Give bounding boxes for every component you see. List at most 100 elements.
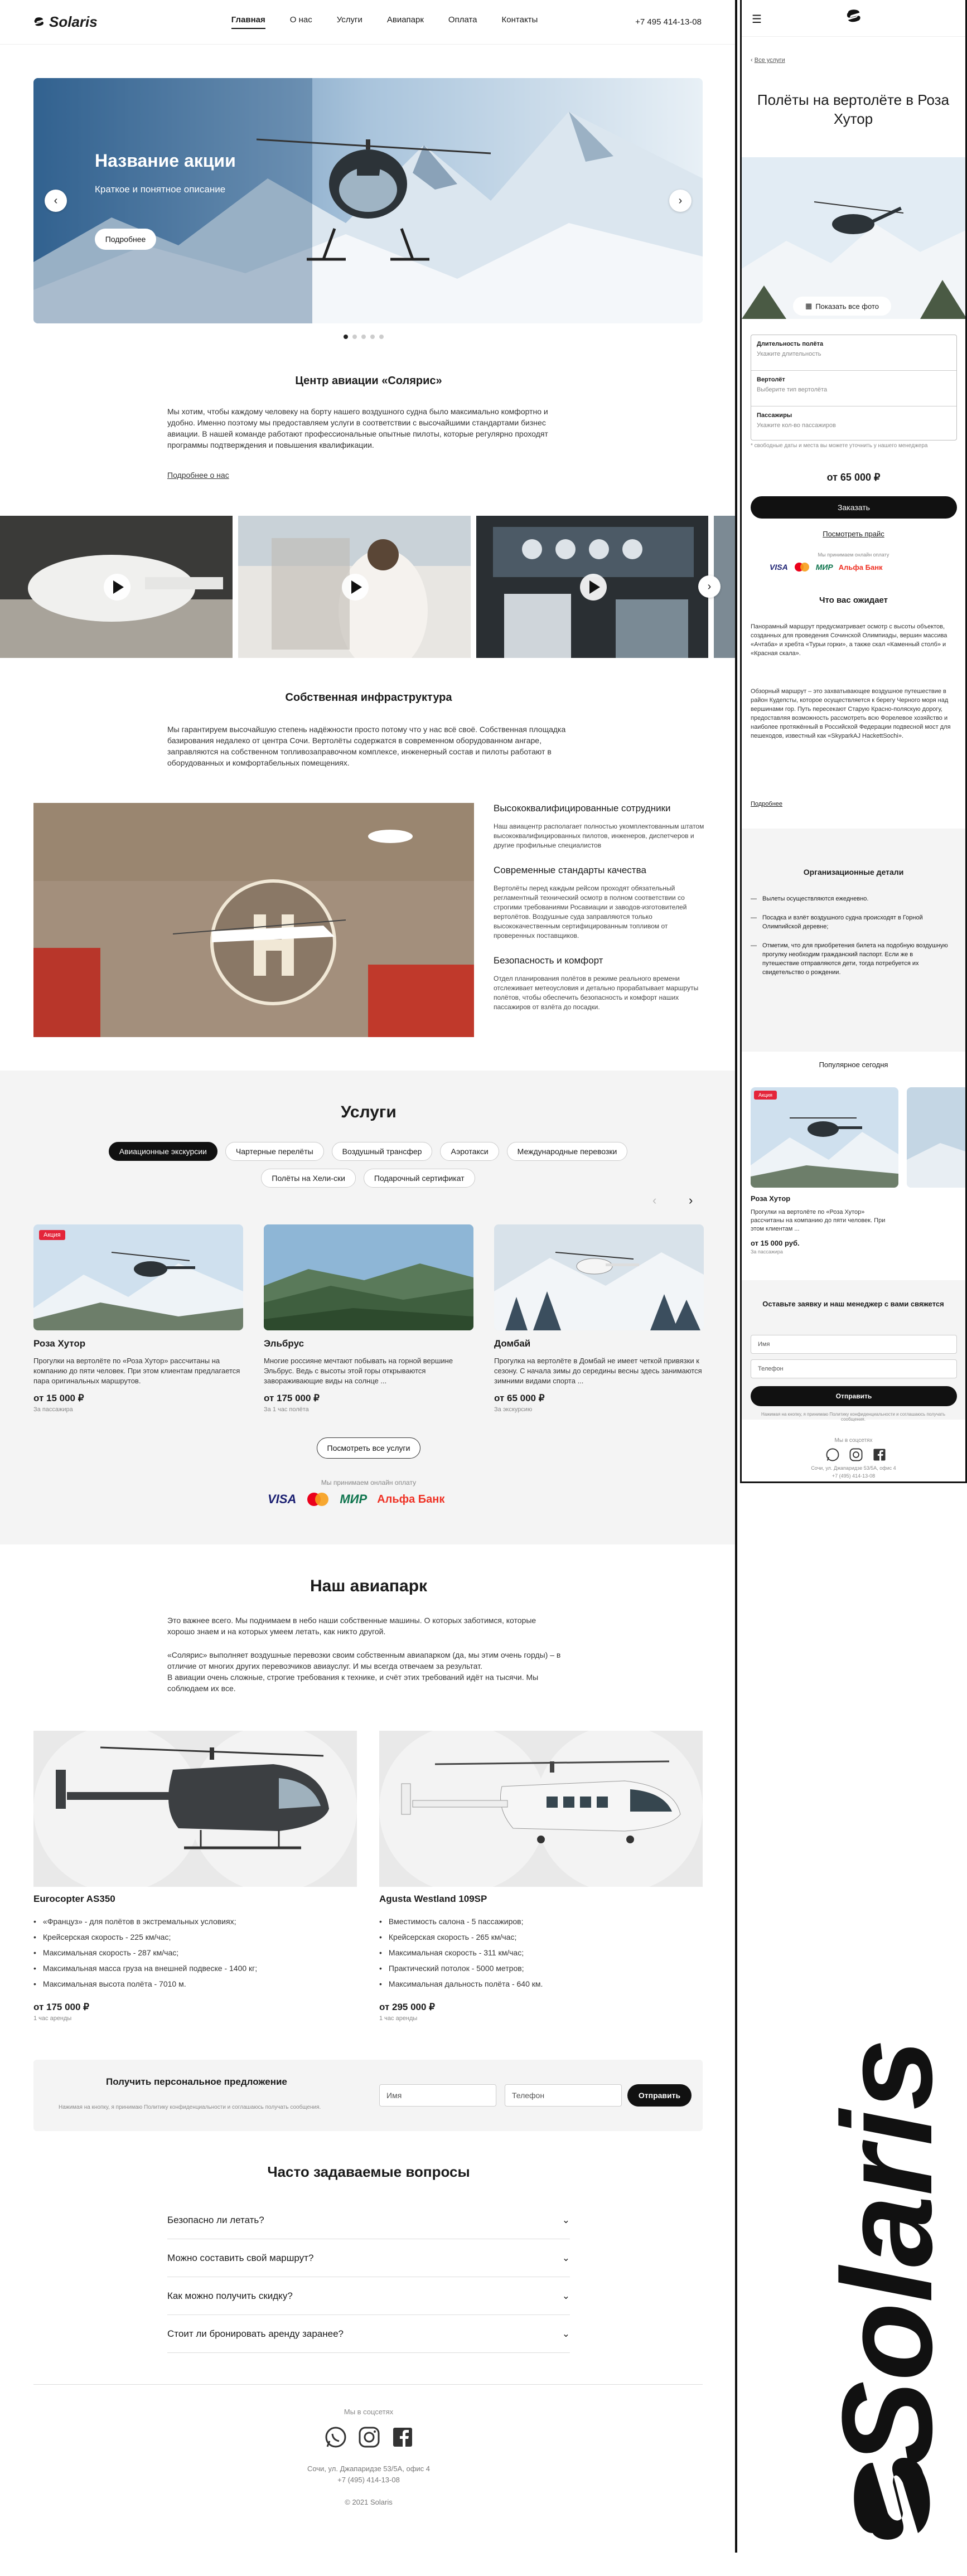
- offer-submit-button[interactable]: Отправить: [627, 2084, 692, 2107]
- dot[interactable]: [361, 335, 366, 339]
- service-card-price: от 65 000 ₽: [494, 1393, 545, 1403]
- passengers-field[interactable]: Пассажиры Укажите кол-во пассажиров: [751, 406, 956, 440]
- footer-phone[interactable]: +7 (495) 414-13-08: [0, 2476, 735, 2484]
- popular-card-image: Акция: [751, 1087, 898, 1188]
- mastercard-logo-icon: [307, 1493, 329, 1506]
- fleet-text-2: «Солярис» выполняет воздушные перевозки …: [167, 1650, 561, 1670]
- tab-gift[interactable]: Подарочный сертификат: [363, 1169, 475, 1188]
- back-link[interactable]: ‹ Все услуги: [751, 57, 785, 64]
- service-card-note: За экскурсию: [494, 1406, 533, 1413]
- services-prev-icon[interactable]: ‹: [652, 1193, 656, 1208]
- social-icons: [324, 2425, 414, 2449]
- nav-payment[interactable]: Оплата: [448, 15, 477, 29]
- popular-card[interactable]: Акция Роза Хутор Прогулки на вертолёте п…: [751, 1087, 898, 1255]
- chevron-down-icon: ⌄: [562, 2252, 570, 2263]
- faq-item[interactable]: Как можно получить скидку? ⌄: [167, 2277, 570, 2315]
- popular-card-price: от 15 000 руб.: [751, 1239, 800, 1247]
- tab-airtaxi[interactable]: Аэротакси: [440, 1142, 499, 1161]
- all-services-button[interactable]: Посмотреть все услуги: [317, 1437, 420, 1459]
- faq-item[interactable]: Безопасно ли летать? ⌄: [167, 2201, 570, 2239]
- expect-more-link[interactable]: Подробнее: [751, 801, 782, 807]
- hero-title: Название акции: [95, 151, 236, 171]
- nav-fleet[interactable]: Авиапарк: [387, 15, 424, 29]
- fleet-name: Eurocopter AS350: [33, 1894, 115, 1904]
- payment-logos: VISA МИР Альфа Банк: [268, 1492, 444, 1507]
- services-next-icon[interactable]: ›: [689, 1193, 693, 1208]
- dot[interactable]: [370, 335, 375, 339]
- tab-charter[interactable]: Чартерные перелёты: [225, 1142, 324, 1161]
- dot[interactable]: [379, 335, 384, 339]
- duration-field[interactable]: Длительность полёта Укажите длительность: [751, 335, 956, 371]
- faq-item[interactable]: Можно составить свой маршрут? ⌄: [167, 2239, 570, 2277]
- service-card-price: от 175 000 ₽: [264, 1393, 320, 1403]
- menu-icon[interactable]: ☰: [752, 12, 762, 26]
- offer-title: Получить персональное предложение: [106, 2076, 287, 2087]
- show-photos-button[interactable]: ▦ Показать все фото: [793, 297, 891, 316]
- mobile-phone-input[interactable]: Телефон: [751, 1359, 957, 1378]
- brand-name: Solaris: [49, 13, 98, 30]
- infra-photo: [33, 803, 474, 1037]
- facebook-icon[interactable]: [391, 2425, 414, 2449]
- video-thumb-1[interactable]: [0, 516, 233, 658]
- nav-home[interactable]: Главная: [231, 15, 265, 29]
- service-card[interactable]: Эльбрус Многие россияне мечтают побывать…: [264, 1224, 473, 1413]
- order-button[interactable]: Заказать: [751, 496, 957, 519]
- hero-image: [33, 78, 703, 323]
- feature-text-safety: Отдел планирования полётов в режиме реал…: [494, 975, 699, 1011]
- tab-heliski[interactable]: Полёты на Хели-ски: [261, 1169, 356, 1188]
- hero-dots: [344, 335, 384, 339]
- offer-phone-input[interactable]: Телефон: [505, 2084, 622, 2107]
- dot[interactable]: [352, 335, 357, 339]
- faq-item[interactable]: Стоит ли бронировать аренду заранее? ⌄: [167, 2315, 570, 2353]
- org-item: — Вылеты осуществляются ежедневно.: [751, 895, 869, 902]
- helicopter-field[interactable]: Вертолёт Выберите тип вертолёта: [751, 371, 956, 406]
- logo[interactable]: Solaris: [33, 13, 98, 31]
- header-phone[interactable]: +7 495 414-13-08: [635, 17, 702, 27]
- tab-international[interactable]: Международные перевозки: [506, 1142, 628, 1161]
- feature-text-staff: Наш авиацентр располагает полностью уком…: [494, 822, 704, 849]
- facebook-icon[interactable]: [872, 1447, 887, 1462]
- offer-name-input[interactable]: Имя: [379, 2084, 496, 2107]
- visa-logo: VISA: [268, 1492, 297, 1506]
- gallery-next-arrow-icon[interactable]: ›: [698, 575, 721, 598]
- nav-about[interactable]: О нас: [290, 15, 312, 29]
- price-list-link[interactable]: Посмотреть прайс: [742, 530, 965, 538]
- mobile-name-input[interactable]: Имя: [751, 1335, 957, 1354]
- mobile-hero-image: [742, 157, 965, 319]
- grid-icon: ▦: [805, 302, 813, 310]
- mobile-footer-phone[interactable]: +7 (495) 414-13-08: [742, 1473, 965, 1479]
- nav-services[interactable]: Услуги: [337, 15, 362, 29]
- faq-list: Безопасно ли летать? ⌄ Можно составить св…: [167, 2201, 570, 2353]
- mobile-page: ☰ ‹ Все услуги Полёты на вертолёте в Роз…: [740, 0, 967, 1483]
- whatsapp-icon[interactable]: [825, 1447, 840, 1462]
- about-more-link[interactable]: Подробнее о нас: [167, 469, 229, 481]
- main-nav: Главная О нас Услуги Авиапарк Оплата Кон…: [231, 15, 538, 29]
- spec-item: Максимальная дальность полёта - 640 км.: [379, 1976, 692, 1992]
- popular-card-next[interactable]: [907, 1087, 965, 1188]
- hero-more-button[interactable]: Подробнее: [95, 229, 156, 250]
- solaris-wordmark-logo: Solaris: [815, 2038, 959, 2540]
- dot-active[interactable]: [344, 335, 348, 339]
- video-thumb-3[interactable]: [476, 516, 709, 658]
- nav-contacts[interactable]: Контакты: [502, 15, 538, 29]
- hero-next-arrow-icon[interactable]: ›: [669, 190, 692, 212]
- hero-prev-arrow-icon[interactable]: ‹: [45, 190, 67, 212]
- spec-item: Максимальная скорость - 311 км/час;: [379, 1945, 692, 1960]
- tab-excursions[interactable]: Авиационные экскурсии: [108, 1142, 217, 1161]
- instagram-icon[interactable]: [849, 1447, 863, 1462]
- mobile-submit-button[interactable]: Отправить: [751, 1386, 957, 1406]
- fleet-name: Agusta Westland 109SP: [379, 1894, 487, 1904]
- mobile-title: Полёты на вертолёте в Роза Хутор: [757, 91, 950, 127]
- service-card[interactable]: Акция Роза Хутор Прогулки на вертолёте п…: [33, 1224, 243, 1413]
- service-card[interactable]: Домбай Прогулка на вертолёте в Домбай не…: [494, 1224, 704, 1413]
- service-card-text: Многие россияне мечтают побывать на горн…: [264, 1357, 453, 1385]
- solaris-logo-icon[interactable]: [845, 8, 862, 26]
- mobile-header: ☰: [742, 0, 965, 37]
- instagram-icon[interactable]: [357, 2425, 381, 2449]
- svg-text:Solaris: Solaris: [831, 2038, 959, 2466]
- popular-title: Популярное сегодня: [819, 1061, 888, 1069]
- tab-transfer[interactable]: Воздушный трансфер: [331, 1142, 433, 1161]
- whatsapp-icon[interactable]: [324, 2425, 347, 2449]
- fleet-note: 1 час аренды: [33, 2015, 72, 2022]
- video-thumb-2[interactable]: [238, 516, 471, 658]
